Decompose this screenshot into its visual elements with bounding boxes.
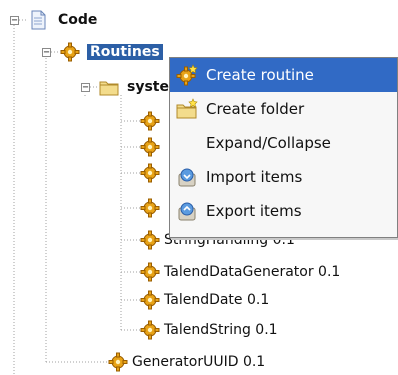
tree-node-routine[interactable]: TalendDate 0.1 <box>140 287 269 313</box>
routine-gear-icon <box>140 198 160 218</box>
routine-gear-icon <box>140 320 160 340</box>
menu-item-create-folder[interactable]: Create folder <box>170 92 397 126</box>
routine-gear-icon <box>140 262 160 282</box>
routine-gear-icon <box>140 290 160 310</box>
collapse-toggle-system[interactable]: − <box>81 83 90 93</box>
routine-gear-icon <box>108 352 128 372</box>
tree-node-routine[interactable]: TalendDataGenerator 0.1 <box>140 259 340 285</box>
routine-gear-icon <box>60 42 80 62</box>
folder-icon <box>99 77 119 97</box>
menu-item-label: Create routine <box>206 66 314 84</box>
import-icon <box>176 166 198 188</box>
menu-item-import-items[interactable]: Import items <box>170 160 397 194</box>
menu-item-label: Export items <box>206 202 302 220</box>
tree-label-code: Code <box>58 12 98 28</box>
routine-gear-icon <box>140 137 160 157</box>
tree-node-routine[interactable]: TalendString 0.1 <box>140 317 278 343</box>
tree-label-routine: TalendDataGenerator 0.1 <box>164 264 341 280</box>
menu-item-create-routine[interactable]: Create routine <box>170 58 397 92</box>
menu-item-label: Import items <box>206 168 303 186</box>
export-icon <box>176 200 198 222</box>
tree-label-routines: Routines <box>87 44 163 60</box>
menu-item-label: Create folder <box>206 100 305 118</box>
blank-icon-slot <box>176 132 198 154</box>
tree-label-routine: TalendString 0.1 <box>164 322 278 338</box>
create-routine-icon <box>176 64 198 86</box>
routine-gear-icon <box>140 230 160 250</box>
collapse-toggle-code[interactable]: − <box>10 16 19 26</box>
menu-item-export-items[interactable]: Export items <box>170 194 397 228</box>
tree-label-routine: TalendDate 0.1 <box>164 292 270 308</box>
menu-item-label: Expand/Collapse <box>206 134 331 152</box>
routine-gear-icon <box>140 111 160 131</box>
routine-gear-icon <box>140 163 160 183</box>
document-icon <box>28 10 48 30</box>
collapse-toggle-routines[interactable]: − <box>42 48 51 58</box>
menu-item-expand-collapse[interactable]: Expand/Collapse <box>170 126 397 160</box>
create-folder-icon <box>176 98 198 120</box>
tree-label-routine: GeneratorUUID 0.1 <box>132 354 266 370</box>
tree-node-routine[interactable]: GeneratorUUID 0.1 <box>108 349 265 375</box>
context-menu: Create routine Create folder Expand/Coll… <box>169 57 398 238</box>
